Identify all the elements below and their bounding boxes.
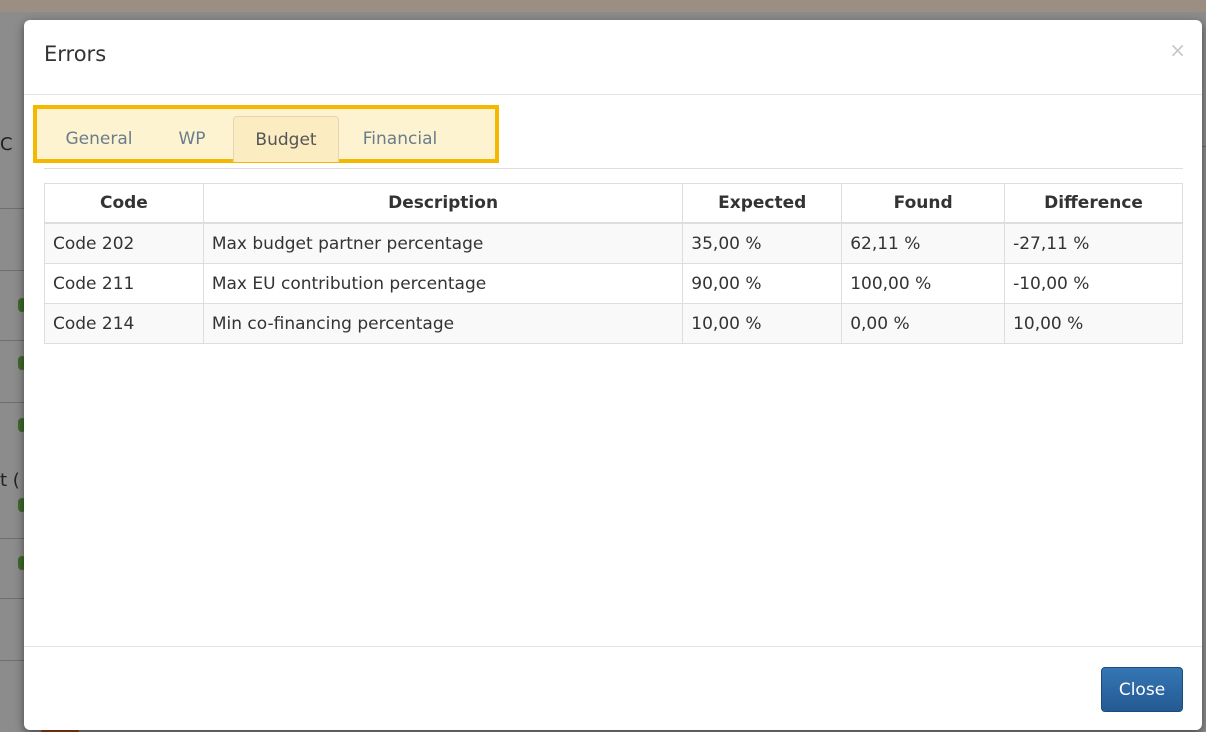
tab-financial[interactable]: Financial [350, 116, 450, 162]
cell-found: 100,00 % [841, 263, 1006, 304]
backdrop-divider [0, 402, 24, 403]
cell-difference: 10,00 % [1004, 303, 1183, 344]
column-header-found: Found [841, 183, 1006, 224]
cell-found: 62,11 % [841, 222, 1006, 264]
modal-footer: Close [24, 646, 1202, 731]
backdrop-header-band [0, 0, 1206, 12]
errors-table: Code Description Expected Found Differen… [44, 183, 1183, 344]
table-header-row: Code Description Expected Found Differen… [44, 183, 1183, 224]
errors-modal: Errors × General WP Budget Financial Cod… [24, 20, 1202, 730]
column-header-code: Code [44, 183, 204, 224]
backdrop-divider [0, 660, 24, 661]
tabs-divider [44, 168, 1183, 169]
backdrop-divider [0, 208, 24, 209]
backdrop-partial-text: t ( [0, 470, 20, 491]
cell-difference: -10,00 % [1004, 263, 1183, 304]
cell-description: Max EU contribution percentage [202, 263, 684, 304]
backdrop-partial-text: C [0, 134, 13, 155]
cell-description: Max budget partner percentage [202, 222, 684, 264]
cell-code: Code 211 [44, 263, 204, 304]
table-row: Code 202 Max budget partner percentage 3… [44, 222, 1183, 264]
close-icon[interactable]: × [1169, 40, 1186, 60]
cell-expected: 90,00 % [682, 263, 843, 304]
modal-header: Errors × [24, 20, 1202, 95]
cell-expected: 35,00 % [682, 222, 843, 264]
modal-title: Errors [44, 42, 107, 66]
column-header-description: Description [202, 183, 684, 224]
close-button[interactable]: Close [1101, 667, 1183, 712]
cell-description: Min co-financing percentage [202, 303, 684, 344]
cell-code: Code 202 [44, 222, 204, 264]
column-header-difference: Difference [1004, 183, 1183, 224]
cell-code: Code 214 [44, 303, 204, 344]
tab-general[interactable]: General [54, 116, 144, 162]
backdrop-divider [0, 538, 24, 539]
column-header-expected: Expected [682, 183, 843, 224]
cell-expected: 10,00 % [682, 303, 843, 344]
tab-wp[interactable]: WP [167, 116, 217, 162]
cell-difference: -27,11 % [1004, 222, 1183, 264]
backdrop-divider [0, 598, 24, 599]
cell-found: 0,00 % [841, 303, 1006, 344]
backdrop-divider [0, 270, 24, 271]
tab-budget[interactable]: Budget [233, 116, 339, 162]
table-row: Code 214 Min co-financing percentage 10,… [44, 303, 1183, 344]
table-row: Code 211 Max EU contribution percentage … [44, 263, 1183, 304]
backdrop-divider [0, 340, 24, 341]
